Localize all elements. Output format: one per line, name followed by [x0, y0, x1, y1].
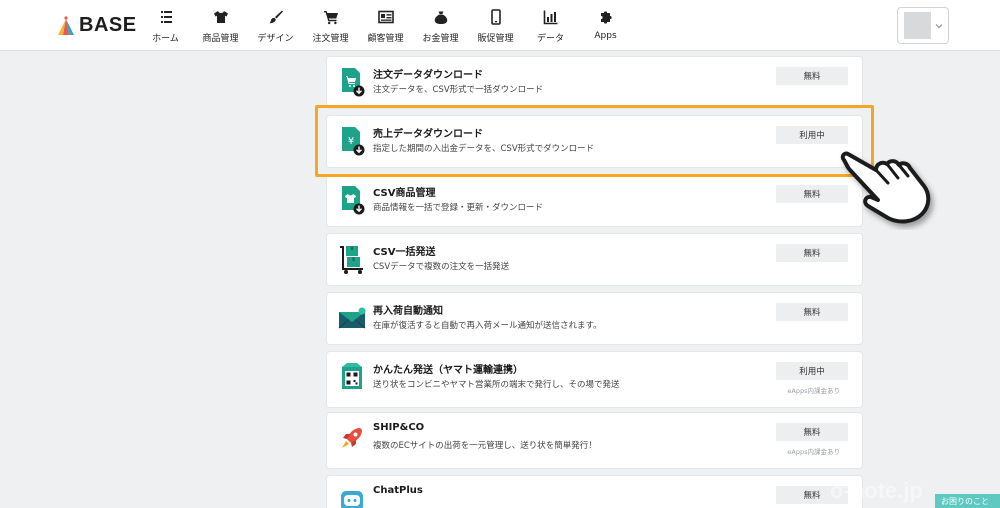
- app-card-csv-bulk-shipping[interactable]: CSV一括発送 CSVデータで複数の注文を一括発送 無料: [327, 234, 862, 285]
- nav-label: ホーム: [152, 34, 179, 44]
- money-bag-icon: [434, 11, 447, 24]
- in-app-billing-note: eApps内課金あり: [787, 387, 840, 395]
- nav-label: データ: [536, 34, 564, 44]
- app-title: 注文データダウンロード: [373, 70, 483, 81]
- tent-logo-icon: [58, 15, 74, 35]
- nav-item-promo[interactable]: 販促管理: [468, 0, 523, 50]
- app-description: 注文データを、CSV形式で一括ダウンロード: [373, 85, 544, 95]
- app-card-shipandco[interactable]: SHIP&CO 複数のECサイトの出荷を一元管理し、送り状を簡単発行！ 無料 e…: [327, 413, 862, 468]
- chat-bot-icon: [341, 491, 363, 508]
- nav-item-home[interactable]: ホーム: [138, 0, 193, 50]
- status-badge: 無料: [776, 244, 848, 262]
- app-card-sales-download[interactable]: ¥ 売上データダウンロード 指定した期間の入出金データを、CSV形式でダウンロー…: [327, 116, 862, 167]
- app-title: CSV一括発送: [373, 247, 436, 258]
- nav-label: お金管理: [422, 34, 459, 44]
- help-tab[interactable]: お困りのこと: [935, 494, 1000, 508]
- nav-item-orders[interactable]: 注文管理: [303, 0, 358, 50]
- status-badge: 無料: [776, 486, 848, 504]
- brush-icon: [269, 10, 283, 24]
- nav-label: デザイン: [257, 34, 294, 44]
- list-icon: [160, 11, 172, 23]
- app-card-easy-shipping[interactable]: かんたん発送（ヤマト運輸連携） 送り状をコンビニやヤマト営業所の端末で発行し、そ…: [327, 352, 862, 407]
- account-menu-button[interactable]: [897, 7, 949, 44]
- app-description: 複数のECサイトの出荷を一元管理し、送り状を簡単発行！: [373, 441, 597, 451]
- app-card-order-download[interactable]: 注文データダウンロード 注文データを、CSV形式で一括ダウンロード 無料: [327, 57, 862, 108]
- sales-download-icon: ¥: [342, 127, 365, 156]
- base-logo[interactable]: BASE: [57, 14, 137, 37]
- status-badge: 利用中: [776, 126, 848, 144]
- app-description: 送り状をコンビニやヤマト営業所の端末で発行し、その場で発送: [373, 380, 620, 390]
- status-badge: 無料: [776, 423, 848, 441]
- app-title: SHIP&CO: [373, 422, 425, 433]
- avatar: [904, 12, 931, 39]
- qr-code-icon: [342, 363, 362, 389]
- status-badge: 無料: [776, 67, 848, 85]
- status-badge: 利用中: [776, 362, 848, 380]
- app-title: ChatPlus: [373, 485, 423, 496]
- nav-label: 注文管理: [312, 34, 349, 44]
- mail-notice-icon: [338, 307, 366, 329]
- nav-label: 販促管理: [477, 34, 514, 44]
- main-nav: ホーム 商品管理 デザイン 注文管理 顧客管理 お金管理 販促管理 データ Ap…: [138, 0, 633, 50]
- nav-label: Apps: [594, 31, 617, 41]
- app-card-csv-product[interactable]: CSV商品管理 商品情報を一括で登録・更新・ダウンロード 無料: [327, 175, 862, 226]
- puzzle-icon: [600, 11, 612, 24]
- app-title: 再入荷自動通知: [373, 306, 443, 317]
- csv-product-icon: [342, 186, 365, 215]
- id-card-icon: [377, 10, 394, 24]
- logo-text: BASE: [79, 14, 137, 36]
- app-card-chatplus[interactable]: ChatPlus 無料: [327, 476, 862, 508]
- status-badge: 無料: [776, 303, 848, 321]
- nav-item-products[interactable]: 商品管理: [193, 0, 248, 50]
- global-header: BASE ホーム 商品管理 デザイン 注文管理 顧客管理 お金管理 販促管理 デ…: [0, 0, 1000, 51]
- cart-icon: [323, 11, 338, 25]
- order-download-icon: [342, 68, 365, 97]
- nav-label: 顧客管理: [367, 34, 404, 44]
- pointing-hand-icon: [840, 151, 931, 224]
- in-app-billing-note: eApps内課金あり: [787, 448, 840, 456]
- app-description: 在庫が復活すると自動で再入荷メール通知が送信されます。: [373, 321, 602, 331]
- nav-item-customers[interactable]: 顧客管理: [358, 0, 413, 50]
- nav-item-design[interactable]: デザイン: [248, 0, 303, 50]
- app-title: CSV商品管理: [373, 188, 436, 199]
- nav-item-money[interactable]: お金管理: [413, 0, 468, 50]
- app-description: 指定した期間の入出金データを、CSV形式でダウンロード: [373, 144, 595, 154]
- nav-item-apps[interactable]: Apps: [578, 0, 633, 50]
- shipping-cart-icon: [340, 246, 363, 274]
- app-title: 売上データダウンロード: [373, 129, 483, 140]
- chevron-down-icon: [935, 23, 943, 28]
- app-description: 商品情報を一括で登録・更新・ダウンロード: [373, 203, 544, 213]
- rocket-icon: [342, 428, 362, 448]
- app-card-restock-notice[interactable]: 再入荷自動通知 在庫が復活すると自動で再入荷メール通知が送信されます。 無料: [327, 293, 862, 344]
- svg-text:¥: ¥: [348, 136, 354, 147]
- tshirt-icon: [213, 11, 228, 23]
- app-description: CSVデータで複数の注文を一括発送: [373, 262, 510, 272]
- nav-label: 商品管理: [202, 34, 239, 44]
- app-title: かんたん発送（ヤマト運輸連携）: [373, 365, 523, 376]
- nav-item-data[interactable]: データ: [523, 0, 578, 50]
- bar-chart-icon: [543, 10, 557, 25]
- smartphone-icon: [490, 9, 501, 25]
